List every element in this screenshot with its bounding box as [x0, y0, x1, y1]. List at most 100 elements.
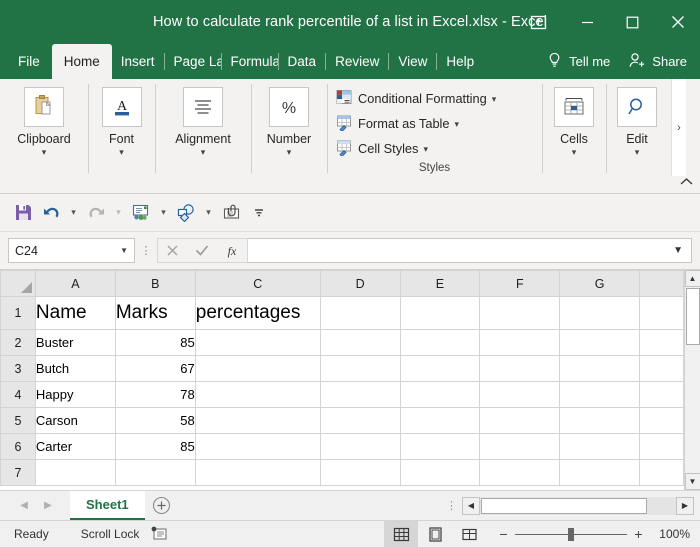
row-header-1[interactable]: 1: [1, 297, 36, 330]
ribbon-scroll-right-icon[interactable]: ›: [671, 79, 686, 176]
cell-b3[interactable]: 67: [115, 356, 195, 382]
cell-g5[interactable]: [560, 408, 640, 434]
format-as-table-button[interactable]: Format as Table ▾: [336, 111, 542, 136]
tab-home[interactable]: Home: [52, 44, 112, 79]
editing-find-icon[interactable]: [617, 87, 657, 127]
ribbon-group-number[interactable]: % Number ▾: [251, 79, 327, 193]
vertical-scrollbar[interactable]: ▲ ▼: [684, 270, 700, 490]
cell-g4[interactable]: [560, 382, 640, 408]
worksheet-grid[interactable]: A B C D E F G 1 Name Marks percentages: [0, 270, 684, 490]
zoom-level[interactable]: 100%: [652, 527, 700, 541]
tab-view[interactable]: View: [389, 44, 436, 79]
cell-a6[interactable]: Carter: [35, 434, 115, 460]
horizontal-scrollbar-thumb[interactable]: [481, 498, 647, 514]
accessibility-checker-icon[interactable]: [151, 526, 168, 542]
cell-h4[interactable]: [640, 382, 684, 408]
formula-input[interactable]: ▼: [248, 238, 692, 263]
cell-d3[interactable]: [320, 356, 400, 382]
cell-h7[interactable]: [640, 460, 684, 486]
attachment-icon[interactable]: [218, 200, 244, 226]
horizontal-scrollbar-track[interactable]: [480, 497, 676, 515]
zoom-slider[interactable]: − +: [486, 526, 652, 542]
previous-sheet-icon[interactable]: ◀: [12, 494, 36, 518]
sheet-bar-grip[interactable]: ⋮: [441, 499, 462, 512]
chevron-down-icon[interactable]: ▾: [492, 94, 497, 104]
cell-a4[interactable]: Happy: [35, 382, 115, 408]
minimize-icon[interactable]: [565, 0, 610, 44]
ribbon-group-cells[interactable]: Cells ▾: [542, 79, 606, 193]
close-icon[interactable]: [655, 0, 700, 44]
row-header-5[interactable]: 5: [1, 408, 36, 434]
column-header-d[interactable]: D: [320, 271, 400, 297]
scroll-left-icon[interactable]: ◀: [462, 497, 480, 515]
add-sheet-icon[interactable]: [145, 491, 179, 521]
name-box-dropdown-icon[interactable]: ▼: [120, 246, 128, 255]
sheet-tab-sheet1[interactable]: Sheet1: [70, 491, 145, 520]
column-header-a[interactable]: A: [35, 271, 115, 297]
cell-h2[interactable]: [640, 330, 684, 356]
cell-f1[interactable]: [480, 297, 560, 330]
ribbon-group-font[interactable]: A Font ▾: [88, 79, 155, 193]
font-icon[interactable]: A: [102, 87, 142, 127]
cell-d4[interactable]: [320, 382, 400, 408]
cell-c1[interactable]: percentages: [195, 297, 320, 330]
chevron-down-icon[interactable]: ▾: [635, 147, 640, 157]
column-header-f[interactable]: F: [480, 271, 560, 297]
cell-f5[interactable]: [480, 408, 560, 434]
cell-b4[interactable]: 78: [115, 382, 195, 408]
zoom-thumb[interactable]: [568, 528, 574, 541]
cell-e3[interactable]: [400, 356, 480, 382]
column-header-partial[interactable]: [640, 271, 684, 297]
column-header-b[interactable]: B: [115, 271, 195, 297]
number-percent-icon[interactable]: %: [269, 87, 309, 127]
email-dropdown-icon[interactable]: ▾: [156, 200, 171, 226]
cell-a5[interactable]: Carson: [35, 408, 115, 434]
cell-g7[interactable]: [560, 460, 640, 486]
cell-a3[interactable]: Butch: [35, 356, 115, 382]
ribbon-group-alignment[interactable]: Alignment ▾: [155, 79, 251, 193]
shapes-dropdown-icon[interactable]: ▾: [201, 200, 216, 226]
expand-formula-bar-icon[interactable]: ▼: [673, 245, 683, 256]
tab-data[interactable]: Data: [279, 44, 326, 79]
cell-f3[interactable]: [480, 356, 560, 382]
cell-e6[interactable]: [400, 434, 480, 460]
chevron-down-icon[interactable]: ▾: [572, 147, 577, 157]
undo-dropdown-icon[interactable]: ▾: [66, 200, 81, 226]
page-layout-view-icon[interactable]: [418, 521, 452, 547]
cell-d2[interactable]: [320, 330, 400, 356]
cell-b6[interactable]: 85: [115, 434, 195, 460]
save-icon[interactable]: [10, 200, 36, 226]
email-recipients-icon[interactable]: [128, 200, 154, 226]
tab-insert[interactable]: Insert: [112, 44, 164, 79]
cell-c6[interactable]: [195, 434, 320, 460]
cell-f7[interactable]: [480, 460, 560, 486]
cell-e4[interactable]: [400, 382, 480, 408]
cell-b1[interactable]: Marks: [115, 297, 195, 330]
cell-a2[interactable]: Buster: [35, 330, 115, 356]
cell-c7[interactable]: [195, 460, 320, 486]
customize-quick-access-toolbar-icon[interactable]: [246, 200, 272, 226]
cell-c2[interactable]: [195, 330, 320, 356]
next-sheet-icon[interactable]: ▶: [36, 494, 60, 518]
cell-f2[interactable]: [480, 330, 560, 356]
cell-g2[interactable]: [560, 330, 640, 356]
chevron-down-icon[interactable]: ▾: [42, 147, 47, 157]
normal-view-icon[interactable]: [384, 521, 418, 547]
cancel-icon[interactable]: [159, 239, 186, 262]
tab-formulas[interactable]: Formula: [222, 44, 278, 79]
undo-icon[interactable]: [38, 200, 64, 226]
tab-help[interactable]: Help: [437, 44, 483, 79]
row-header-4[interactable]: 4: [1, 382, 36, 408]
cell-f6[interactable]: [480, 434, 560, 460]
ribbon-display-options-icon[interactable]: [511, 0, 565, 44]
row-header-6[interactable]: 6: [1, 434, 36, 460]
row-header-7[interactable]: 7: [1, 460, 36, 486]
collapse-ribbon-icon[interactable]: [676, 172, 696, 190]
cell-d1[interactable]: [320, 297, 400, 330]
cell-c3[interactable]: [195, 356, 320, 382]
maximize-icon[interactable]: [610, 0, 655, 44]
shapes-icon[interactable]: [173, 200, 199, 226]
chevron-down-icon[interactable]: ▾: [287, 147, 292, 157]
cell-c5[interactable]: [195, 408, 320, 434]
cell-e7[interactable]: [400, 460, 480, 486]
